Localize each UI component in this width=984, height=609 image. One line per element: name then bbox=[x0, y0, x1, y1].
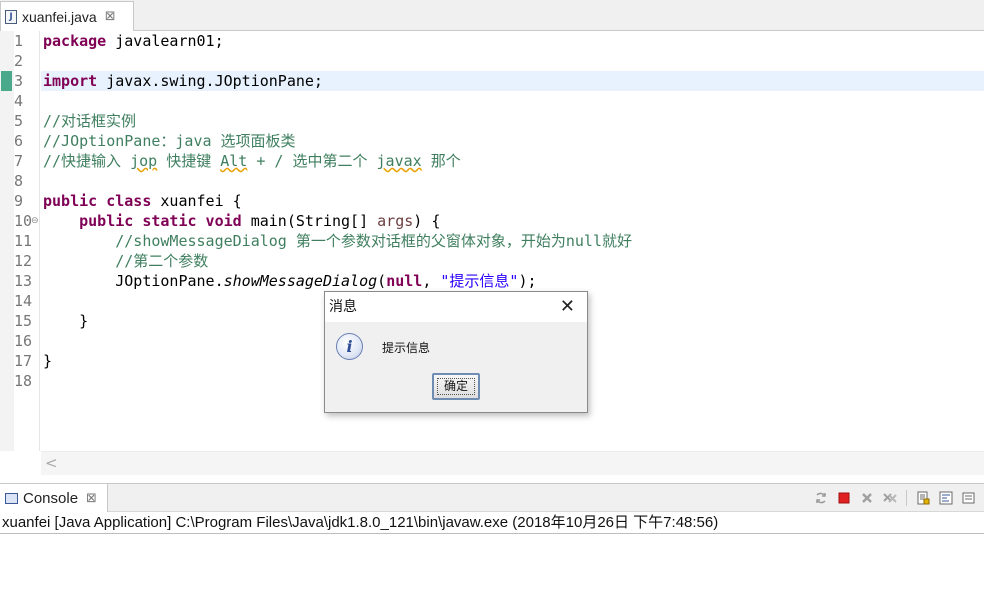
code-text: JOptionPane. bbox=[43, 272, 224, 290]
code-line-5[interactable]: //对话框实例 bbox=[43, 111, 136, 131]
line-number: 15 bbox=[14, 312, 33, 330]
code-text: main(String[] bbox=[241, 212, 378, 230]
current-line-marker bbox=[1, 71, 12, 91]
close-icon[interactable]: ⊠ bbox=[105, 10, 116, 23]
console-tab[interactable]: Console ⊠ bbox=[0, 484, 108, 513]
method-call: showMessageDialog bbox=[223, 272, 378, 290]
parameter: args bbox=[377, 212, 414, 230]
line-number-gutter: 1 2 3 4 5 6 7 8 9 10 ⊖ 11 12 13 14 15 16… bbox=[14, 31, 40, 451]
message-dialog: 消息 ✕ i 提示信息 确定 bbox=[324, 291, 588, 413]
dialog-message: 提示信息 bbox=[382, 341, 431, 355]
code-text: javalearn01; bbox=[106, 32, 224, 50]
keyword: public static void bbox=[79, 212, 242, 230]
line-number: 11 bbox=[14, 232, 33, 250]
code-line-6[interactable]: //JOptionPane：java 选项面板类 bbox=[43, 131, 296, 151]
code-line-3[interactable]: import javax.swing.JOptionPane; bbox=[43, 71, 323, 91]
line-number: 2 bbox=[14, 52, 24, 70]
scroll-left-icon[interactable]: < bbox=[45, 454, 58, 472]
code-line-13[interactable]: JOptionPane.showMessageDialog(null, "提示信… bbox=[43, 271, 537, 291]
line-number: 3 bbox=[14, 72, 24, 90]
spelling-warning-word: javax bbox=[376, 152, 422, 170]
sync-icon[interactable] bbox=[812, 489, 830, 507]
console-tab-bar: Console ⊠ bbox=[0, 483, 984, 513]
code-text: ); bbox=[518, 272, 537, 290]
code-line-9[interactable]: public class xuanfei { bbox=[43, 191, 242, 211]
comment-text: 快捷键 bbox=[157, 152, 221, 170]
console-process-description: xuanfei [Java Application] C:\Program Fi… bbox=[0, 512, 984, 534]
keyword: package bbox=[43, 32, 107, 50]
remove-launch-icon[interactable] bbox=[858, 489, 876, 507]
line-number: 7 bbox=[14, 152, 24, 170]
ok-button[interactable]: 确定 bbox=[432, 373, 480, 400]
code-line-10[interactable]: public static void main(String[] args) { bbox=[43, 211, 440, 231]
keyword: null bbox=[386, 272, 423, 290]
line-number: 1 bbox=[14, 32, 24, 50]
scroll-lock-icon[interactable] bbox=[914, 489, 932, 507]
string-literal: "提示信息" bbox=[440, 272, 519, 290]
code-line-7[interactable]: //快捷输入 jop 快捷键 Alt + / 选中第二个 javax 那个 bbox=[43, 151, 461, 171]
editor-tab-bar: J xuanfei.java ⊠ bbox=[0, 0, 984, 31]
comment-text: 那个 bbox=[421, 152, 461, 170]
line-number: 16 bbox=[14, 332, 33, 350]
dialog-title: 消息 bbox=[329, 299, 357, 315]
comment-text: + / 选中第二个 bbox=[247, 152, 377, 170]
code-line-15[interactable]: } bbox=[43, 311, 88, 331]
line-number: 14 bbox=[14, 292, 33, 310]
toolbar-separator bbox=[906, 490, 907, 506]
code-line-11[interactable]: //showMessageDialog 第一个参数对话框的父窗体对象，开始为nu… bbox=[43, 231, 632, 251]
information-icon: i bbox=[336, 333, 363, 360]
line-number: 18 bbox=[14, 372, 33, 390]
code-text: ) { bbox=[413, 212, 441, 230]
code-text: ( bbox=[377, 272, 387, 290]
close-icon[interactable]: ✕ bbox=[560, 297, 575, 317]
code-text: javax.swing.JOptionPane; bbox=[97, 72, 323, 90]
code-text: , bbox=[422, 272, 441, 290]
console-toolbar bbox=[812, 488, 978, 508]
fold-collapse-icon[interactable]: ⊖ bbox=[31, 211, 39, 231]
annotation-ruler bbox=[0, 31, 14, 451]
keyword: public class bbox=[43, 192, 152, 210]
console-icon bbox=[5, 493, 18, 504]
comment-text: //快捷输入 bbox=[43, 152, 131, 170]
code-text: xuanfei { bbox=[151, 192, 242, 210]
remove-all-icon[interactable] bbox=[881, 489, 899, 507]
code-line-17[interactable]: } bbox=[43, 351, 52, 371]
pin-icon[interactable] bbox=[960, 489, 978, 507]
spelling-warning-word: jop bbox=[130, 152, 158, 170]
terminate-icon[interactable] bbox=[835, 489, 853, 507]
console-tab-label: Console bbox=[23, 490, 79, 507]
line-number: 4 bbox=[14, 92, 24, 110]
horizontal-scrollbar[interactable]: < bbox=[41, 451, 984, 475]
line-number: 9 bbox=[14, 192, 24, 210]
editor-tab-xuanfei-java[interactable]: J xuanfei.java ⊠ bbox=[0, 1, 134, 31]
line-number: 13 bbox=[14, 272, 33, 290]
code-line-12[interactable]: //第二个参数 bbox=[43, 251, 208, 271]
line-number: 6 bbox=[14, 132, 24, 150]
java-file-icon: J bbox=[5, 9, 17, 24]
line-number: 17 bbox=[14, 352, 33, 370]
keyword: import bbox=[43, 72, 98, 90]
editor-tab-label: xuanfei.java bbox=[22, 8, 97, 25]
line-number: 12 bbox=[14, 252, 33, 270]
code-line-1[interactable]: package javalearn01; bbox=[43, 31, 224, 51]
console-output[interactable] bbox=[0, 534, 984, 609]
spelling-warning-word: Alt bbox=[220, 152, 248, 170]
dialog-title-bar[interactable]: 消息 ✕ bbox=[325, 292, 587, 322]
line-number: 5 bbox=[14, 112, 24, 130]
word-wrap-icon[interactable] bbox=[937, 489, 955, 507]
close-icon[interactable]: ⊠ bbox=[86, 492, 97, 505]
line-number: 8 bbox=[14, 172, 24, 190]
